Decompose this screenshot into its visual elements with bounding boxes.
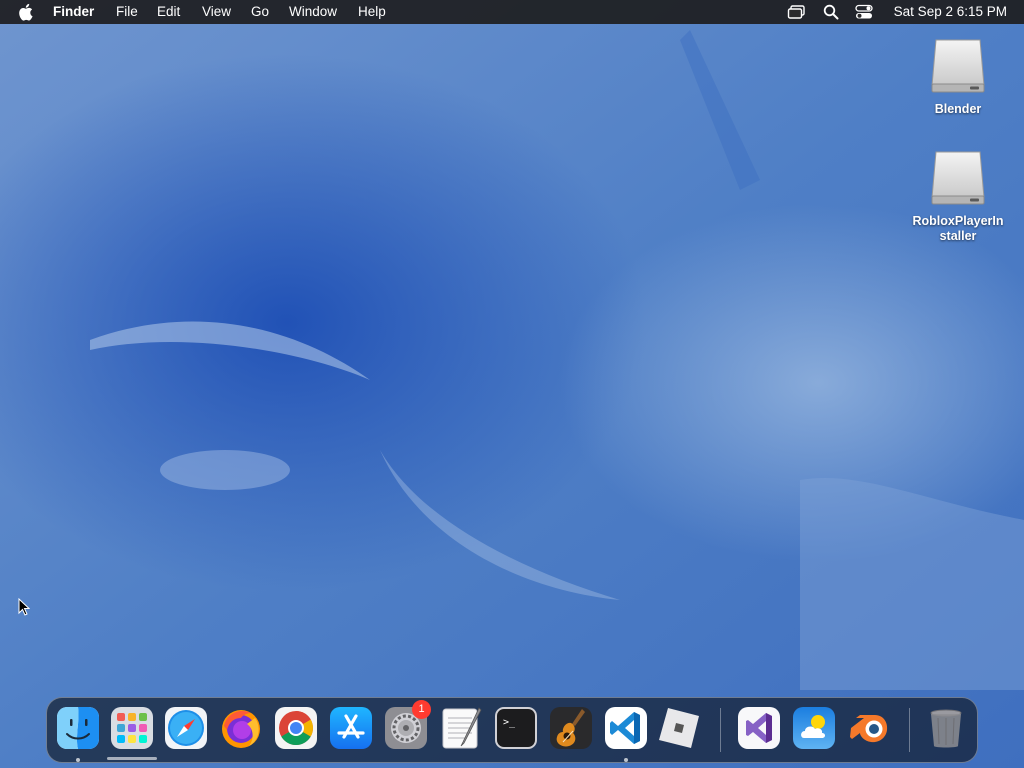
menu-window[interactable]: Window	[289, 4, 337, 20]
weather-icon	[793, 707, 835, 749]
dock-app-roblox[interactable]	[657, 706, 701, 750]
menu-view[interactable]: View	[202, 4, 231, 20]
dock-separator	[909, 708, 910, 752]
launchpad-icon	[111, 707, 153, 749]
terminal-icon: >_	[495, 707, 537, 749]
finder-icon	[57, 707, 99, 749]
dock-app-garageband[interactable]	[549, 706, 593, 750]
dock-app-vscode[interactable]	[604, 706, 648, 750]
menu-go[interactable]: Go	[251, 4, 269, 20]
dock-app-finder[interactable]	[56, 706, 100, 750]
dock-app-safari[interactable]	[164, 706, 208, 750]
safari-icon	[165, 707, 207, 749]
control-center-icon[interactable]	[855, 4, 873, 20]
mouse-cursor-icon	[18, 598, 30, 616]
dock-app-app-store[interactable]	[329, 706, 373, 750]
menu-bar: Finder File Edit View Go Window Help Sat…	[0, 0, 1024, 24]
dock-app-chrome[interactable]	[274, 706, 318, 750]
desktop-icon-label: Blender	[934, 102, 982, 116]
firefox-icon	[222, 710, 260, 748]
launchpad-indicator	[107, 757, 157, 760]
menu-edit[interactable]: Edit	[157, 4, 180, 20]
desktop-icon-robloxplayerinstaller[interactable]: RobloxPlayerInstaller	[898, 148, 1018, 244]
desktop-wallpaper	[0, 0, 1024, 768]
garageband-icon	[550, 707, 592, 749]
dock-app-visual-studio[interactable]	[737, 706, 781, 750]
dock-separator	[720, 708, 721, 752]
disk-image-icon	[931, 39, 985, 93]
roblox-icon	[659, 708, 699, 748]
apple-logo-icon[interactable]	[18, 3, 35, 21]
desktop-icon-blender[interactable]: Blender	[898, 36, 1018, 117]
dock-app-firefox[interactable]	[219, 706, 263, 750]
vscode-icon	[605, 707, 647, 749]
dock-app-terminal[interactable]: >_	[494, 706, 538, 750]
dock-app-weather[interactable]	[792, 706, 836, 750]
textedit-icon	[442, 707, 482, 749]
dock-app-textedit[interactable]	[439, 706, 483, 750]
menu-clock[interactable]: Sat Sep 2 6:15 PM	[894, 4, 1007, 20]
menu-app-finder[interactable]: Finder	[53, 4, 94, 20]
dock-app-trash[interactable]	[924, 706, 968, 750]
dock-app-launchpad[interactable]	[110, 706, 154, 750]
dock-app-blender[interactable]	[847, 706, 891, 750]
running-indicator	[76, 758, 80, 762]
trash-icon	[930, 709, 962, 748]
disk-image-icon	[931, 151, 985, 205]
menu-file[interactable]: File	[116, 4, 138, 20]
visual-studio-icon	[738, 707, 780, 749]
spotlight-search-icon[interactable]	[823, 4, 839, 20]
dock: 1 >_	[46, 697, 978, 763]
chrome-icon	[275, 707, 317, 749]
running-indicator	[624, 758, 628, 762]
terminal-prompt: >_	[503, 717, 516, 728]
menu-help[interactable]: Help	[358, 4, 386, 20]
screen-mirroring-icon[interactable]	[787, 4, 806, 20]
app-store-icon	[330, 707, 372, 749]
blender-icon	[850, 715, 888, 743]
notification-badge: 1	[412, 700, 431, 719]
dock-app-system-settings[interactable]: 1	[384, 700, 431, 750]
desktop-icon-label: RobloxPlayerInstaller	[912, 214, 1004, 243]
